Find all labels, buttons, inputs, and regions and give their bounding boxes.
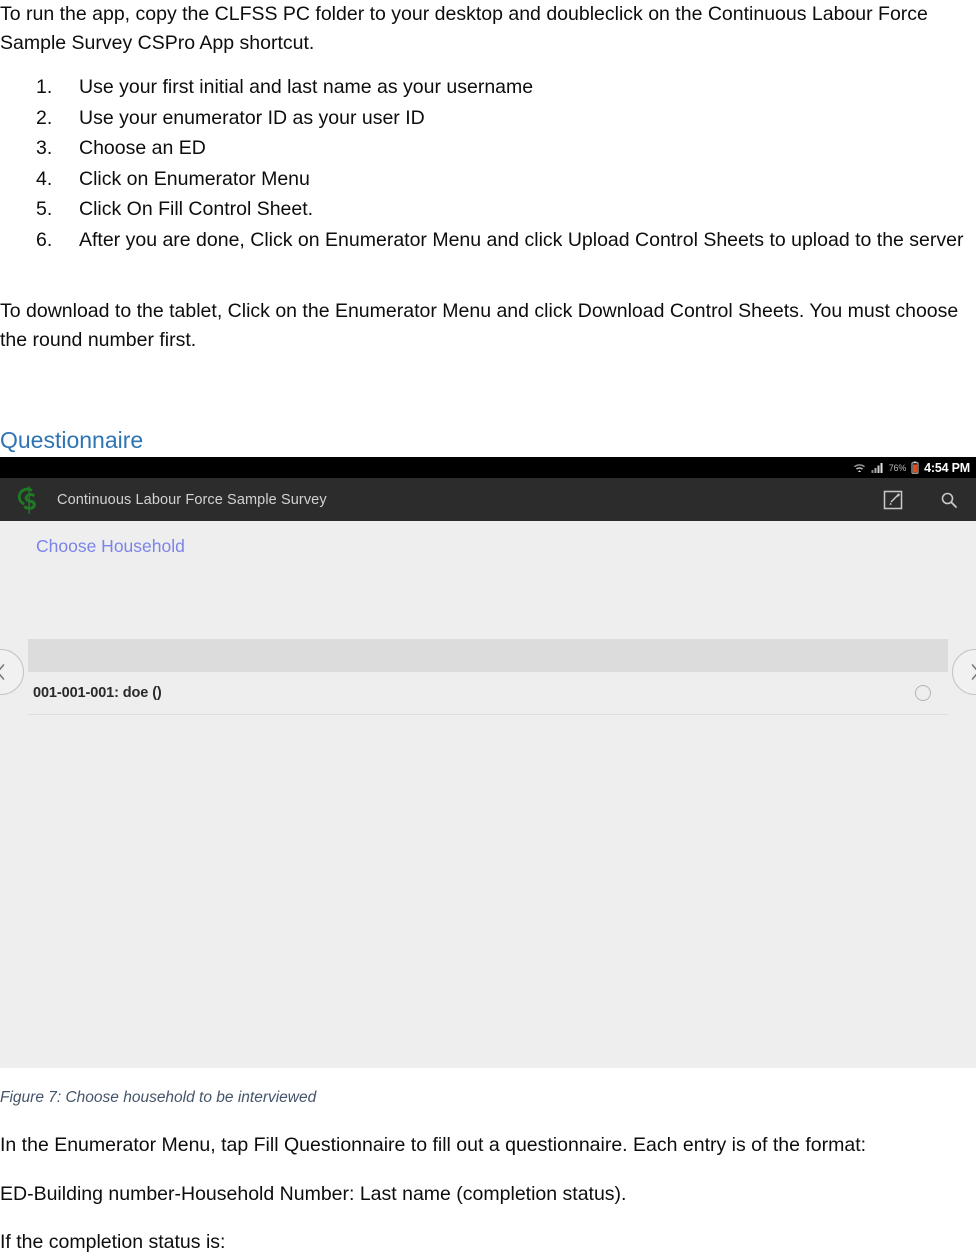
- paragraph-enumerator-menu: In the Enumerator Menu, tap Fill Questio…: [0, 1134, 867, 1156]
- paragraph-entry-format: ED-Building number-Household Number: Las…: [0, 1183, 627, 1205]
- list-item: 5. Click On Fill Control Sheet.: [0, 194, 976, 225]
- figure-android-screenshot: 76% 4:54 PM Continuous Labour Force Samp…: [0, 457, 976, 1068]
- household-entry-label: 001-001-001: doe (): [33, 685, 162, 701]
- list-item: 4. Click on Enumerator Menu: [0, 164, 976, 195]
- list-item-number: 1.: [36, 76, 53, 98]
- android-status-bar: 76% 4:54 PM: [0, 457, 976, 478]
- list-item-number: 5.: [36, 198, 53, 220]
- list-item-label: Use your enumerator ID as your user ID: [79, 106, 425, 129]
- download-paragraph: To download to the tablet, Click on the …: [0, 300, 959, 351]
- paragraph-completion-status: If the completion status is:: [0, 1231, 226, 1253]
- list-item-label: Use your first initial and last name as …: [79, 76, 534, 98]
- list-item-label: Click On Fill Control Sheet.: [79, 198, 314, 220]
- signal-bars-icon: [871, 462, 883, 473]
- list-header-band: [28, 639, 948, 672]
- app-title: Continuous Labour Force Sample Survey: [57, 491, 327, 508]
- instruction-list: 1. Use your first initial and last name …: [0, 72, 976, 255]
- list-item: 1. Use your first initial and last name …: [0, 72, 976, 103]
- figure-caption: Figure 7: Choose household to be intervi…: [0, 1089, 317, 1106]
- nav-prev-button[interactable]: [0, 649, 24, 695]
- choose-household-title: Choose Household: [36, 536, 185, 556]
- list-item-label: After you are done, Click on Enumerator …: [79, 228, 964, 251]
- list-item: 2. Use your enumerator ID as your user I…: [0, 103, 976, 134]
- battery-icon: [911, 461, 919, 474]
- list-item-label: Choose an ED: [79, 137, 206, 159]
- app-bar: Continuous Labour Force Sample Survey: [0, 478, 976, 522]
- search-icon[interactable]: [938, 489, 960, 511]
- compose-edit-icon[interactable]: [882, 489, 904, 511]
- radio-unchecked-icon[interactable]: [915, 685, 931, 701]
- list-item-number: 6.: [36, 228, 53, 251]
- app-content-area: Choose Household 001-001-001: doe (): [0, 521, 976, 1068]
- list-item-label: Click on Enumerator Menu: [79, 167, 310, 190]
- intro-paragraph: To run the app, copy the CLFSS PC folder…: [0, 3, 928, 54]
- section-heading-questionnaire: Questionnaire: [0, 427, 144, 453]
- list-item-number: 2.: [36, 106, 53, 129]
- list-item: 6. After you are done, Click on Enumerat…: [0, 225, 976, 256]
- list-item-number: 3.: [36, 137, 53, 159]
- chevron-left-icon: [0, 664, 5, 680]
- table-row[interactable]: 001-001-001: doe (): [28, 672, 948, 715]
- list-item: 3. Choose an ED: [0, 133, 976, 164]
- wifi-icon: [853, 463, 865, 472]
- status-bar-clock: 4:54 PM: [924, 460, 970, 475]
- nav-next-button[interactable]: [952, 649, 976, 695]
- battery-percent-label: 76%: [888, 462, 907, 473]
- chevron-right-icon: [971, 664, 976, 680]
- list-item-number: 4.: [36, 167, 53, 190]
- cs-monogram-logo: [17, 485, 36, 514]
- status-bar-indicators: 76% 4:54 PM: [853, 457, 970, 478]
- app-bar-actions: [882, 489, 960, 511]
